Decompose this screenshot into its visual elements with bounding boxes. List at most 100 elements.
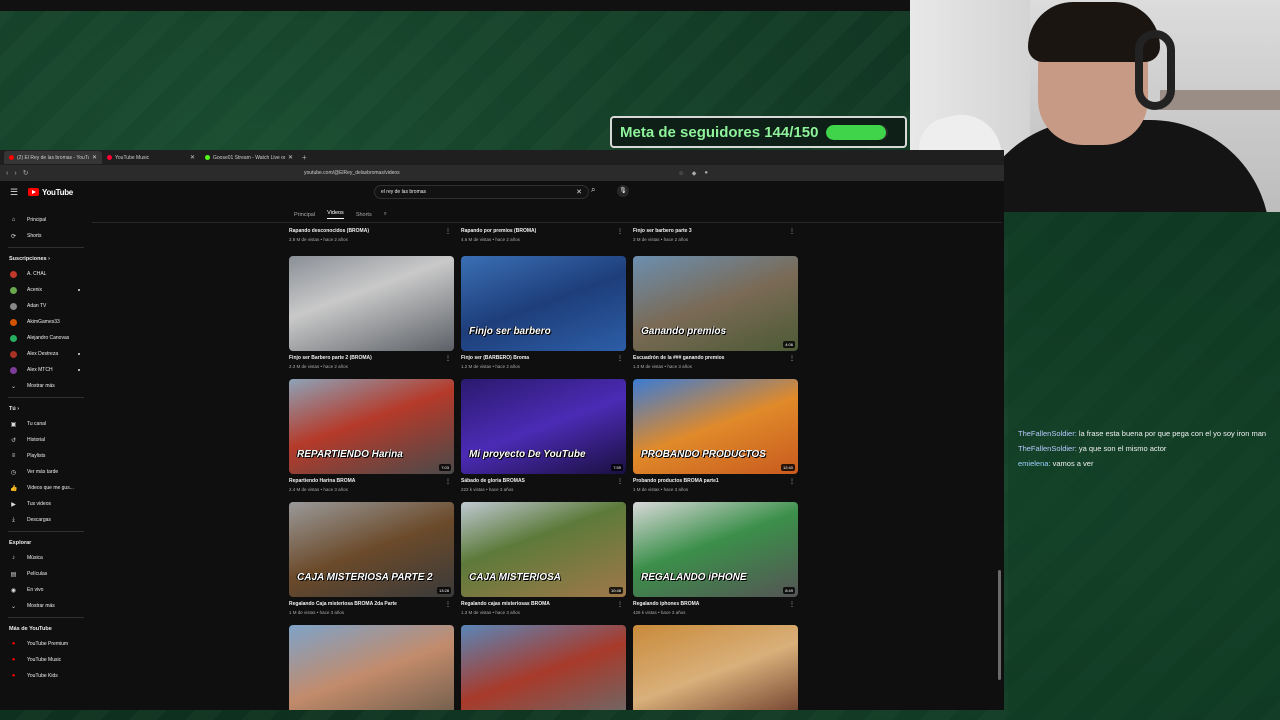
video-item[interactable]: Finjo ser barbero parte 3 3 M de vistas •… [633,228,798,252]
sidebar-item-you[interactable]: ▶ Tus videos [0,496,92,512]
channel-search-icon[interactable]: ⌕ [384,211,387,218]
sidebar-item-explore[interactable]: ♪ Música [0,550,92,566]
video-item[interactable]: Mi proyecto De YouTube 7:59 Sábado de glor… [461,379,626,492]
video-thumbnail[interactable] [633,625,798,710]
sidebar-section-subscriptions[interactable]: Suscripciones › [0,252,92,266]
bookmark-icon[interactable]: ☆ [678,170,683,177]
more-options-icon[interactable]: ⋮ [617,601,623,608]
sidebar-item-more[interactable]: ● YouTube Kids [0,668,92,684]
more-options-icon[interactable]: ⋮ [445,355,451,362]
more-options-icon[interactable]: ⋮ [617,478,623,485]
back-icon[interactable]: ‹ [6,170,8,177]
sidebar-subscription[interactable]: Alex Destreza [0,346,92,362]
video-thumbnail[interactable]: CAJA MISTERIOSA PARTE 2 13:28 [289,502,454,597]
close-icon[interactable]: ✕ [190,154,195,161]
forward-icon[interactable]: › [14,170,16,177]
video-item[interactable]: PROBANDO PRODUCTOS 12:40 Probando producto… [633,379,798,492]
sidebar-item-you[interactable]: ▣ Tu canal [0,416,92,432]
tab-shorts[interactable]: Shorts [356,212,372,218]
sidebar-show-more[interactable]: ⌄ Mostrar más [0,378,92,394]
tab-principal[interactable]: Principal [294,212,315,218]
video-item[interactable]: REGALANDO iPHONE 8:49 Regalando iphones BR… [633,502,798,615]
sidebar-item-shorts[interactable]: ⟳ Shorts [0,228,92,244]
video-title[interactable]: Sábado de gloria BROMAS [461,478,626,484]
video-title[interactable]: Finjo ser Barbero parte 2 (BROMA) [289,355,454,361]
video-title[interactable]: Rapando por premios (BROMA) [461,228,626,234]
video-item[interactable]: Rapando por premios (BROMA) 4.6 M de vist… [461,228,626,252]
url-field[interactable]: youtube.com/@ElRey_delasbromas/videos [304,170,400,176]
sidebar-item-you[interactable]: ◷ Ver más tarde [0,464,92,480]
profile-icon[interactable]: ● [704,170,708,177]
search-icon[interactable]: ⌕ [591,185,595,195]
close-icon[interactable]: ✕ [92,154,97,161]
sidebar-subscription[interactable]: Alex MTCH [0,362,92,378]
more-options-icon[interactable]: ⋮ [617,228,623,235]
search-input[interactable]: el rey de las bromas ✕ [374,185,589,199]
sidebar-item-more[interactable]: ● YouTube Premium [0,636,92,652]
video-item[interactable] [461,625,626,710]
video-title[interactable]: Escuadrón de la ### ganando premios [633,355,798,361]
sidebar-item-you[interactable]: ↺ Historial [0,432,92,448]
new-tab-icon[interactable]: + [298,153,311,162]
sidebar-subscription[interactable]: AkimGames33 [0,314,92,330]
video-item[interactable]: Rapando desconocidos (BROMA) 2.8 M de vis… [289,228,454,252]
more-options-icon[interactable]: ⋮ [789,228,795,235]
video-title[interactable]: Regalando iphones BROMA [633,601,798,607]
clear-search-icon[interactable]: ✕ [576,188,582,196]
video-thumbnail[interactable] [461,625,626,710]
browser-tab-youtube-music[interactable]: YouTube Music ✕ [102,151,200,164]
video-thumbnail[interactable]: Mi proyecto De YouTube 7:59 [461,379,626,474]
video-title[interactable]: Rapando desconocidos (BROMA) [289,228,454,234]
sidebar-subscription[interactable]: Adan TV [0,298,92,314]
video-item[interactable]: Ganando premios 4:06 Escuadrón de la ### g… [633,256,798,369]
more-options-icon[interactable]: ⋮ [789,601,795,608]
chat-username[interactable]: TheFallenSoldier: [1018,429,1077,438]
reload-icon[interactable]: ↻ [23,169,29,177]
video-title[interactable]: Finjo ser barbero parte 3 [633,228,798,234]
video-thumbnail[interactable]: CAJA MISTERIOSA 10:48 [461,502,626,597]
chat-username[interactable]: TheFallenSoldier: [1018,444,1077,453]
sidebar-subscription[interactable]: Acenix [0,282,92,298]
sidebar-item-principal[interactable]: ⌂ Principal [0,212,92,228]
video-item[interactable]: CAJA MISTERIOSA 10:48 Regalando cajas mist… [461,502,626,615]
video-title[interactable]: Repartiendo Harina BROMA [289,478,454,484]
sidebar-section-you[interactable]: Tú › [0,402,92,416]
sidebar-subscription[interactable]: A. CHAL [0,266,92,282]
video-title[interactable]: Regalando cajas misteriosas BROMA [461,601,626,607]
video-title[interactable]: Regalando Caja misteriosa BROMA 2da Part… [289,601,454,607]
video-thumbnail[interactable]: Ganando premios 4:06 [633,256,798,351]
video-thumbnail[interactable] [289,625,454,710]
video-item[interactable]: Finjo ser barbero Finjo ser (BARBERO) Bro… [461,256,626,369]
video-item[interactable] [289,625,454,710]
sidebar-item-you[interactable]: ≡ Playlists [0,448,92,464]
sidebar-subscription[interactable]: Alejandro Canovas [0,330,92,346]
sidebar-item-you[interactable]: ⤓ Descargas [0,512,92,528]
sidebar-show-more[interactable]: ⌄ Mostrar más [0,598,92,614]
video-title[interactable]: Finjo ser (BARBERO) Broma [461,355,626,361]
video-thumbnail[interactable]: Finjo ser barbero [461,256,626,351]
sidebar-item-you[interactable]: 👍 Videos que me gus... [0,480,92,496]
extension-icon[interactable]: ◆ [692,170,697,177]
browser-tab-youtube-channel[interactable]: (2) El Rey de las bromas - YouTube ✕ [4,151,102,164]
more-options-icon[interactable]: ⋮ [789,355,795,362]
video-item[interactable]: Finjo ser Barbero parte 2 (BROMA) 2.3 M d… [289,256,454,369]
video-item[interactable]: REPARTIENDO Harina 7:03 Repartiendo Harina… [289,379,454,492]
chat-username[interactable]: emielena: [1018,459,1051,468]
sidebar-item-explore[interactable]: ▤ Películas [0,566,92,582]
browser-tab-kick[interactable]: Goose01 Stream - Watch Live on Kick ✕ [200,151,298,164]
video-item[interactable] [633,625,798,710]
close-icon[interactable]: ✕ [288,154,293,161]
video-thumbnail[interactable] [289,256,454,351]
more-options-icon[interactable]: ⋮ [445,478,451,485]
video-title[interactable]: Probando productos BROMA parte1 [633,478,798,484]
more-options-icon[interactable]: ⋮ [617,355,623,362]
microphone-icon[interactable]: 🎙 [617,185,629,197]
menu-icon[interactable]: ☰ [10,187,18,198]
youtube-logo[interactable]: YouTube [28,188,73,197]
more-options-icon[interactable]: ⋮ [789,478,795,485]
video-item[interactable]: CAJA MISTERIOSA PARTE 2 13:28 Regalando Ca… [289,502,454,615]
page-scrollbar[interactable] [998,570,1001,680]
tab-videos[interactable]: Videos [327,210,344,219]
video-thumbnail[interactable]: REPARTIENDO Harina 7:03 [289,379,454,474]
video-thumbnail[interactable]: REGALANDO iPHONE 8:49 [633,502,798,597]
